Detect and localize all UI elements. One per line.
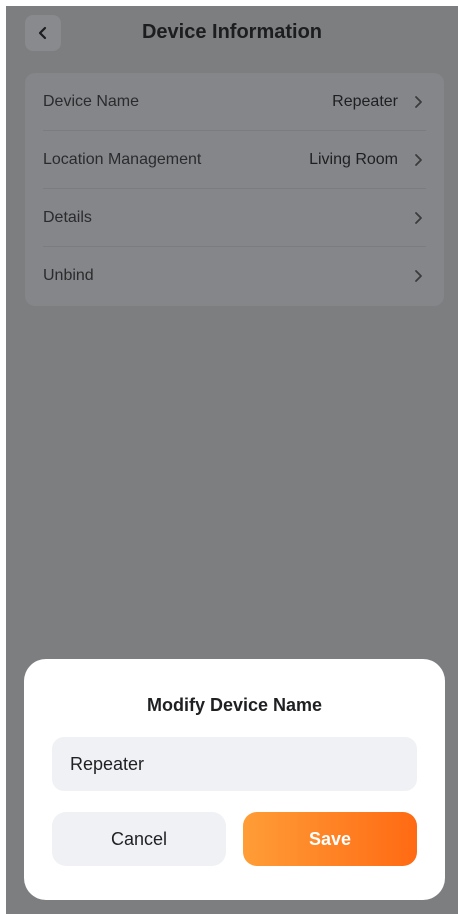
row-label: Device Name [43,93,140,110]
chevron-right-icon [413,269,423,288]
chevron-right-icon [413,211,423,230]
cancel-button[interactable]: Cancel [52,812,226,866]
save-button[interactable]: Save [243,812,417,866]
row-label: Unbind [43,267,94,284]
page-title: Device Information [141,21,323,43]
chevron-right-icon [413,153,423,172]
row-label: Details [43,209,92,226]
unbind-row[interactable]: Unbind [25,247,444,305]
location-management-row[interactable]: Location Management Living Room [25,131,444,189]
settings-card: Device Name Repeater Location Management… [25,73,444,306]
dialog-title: Modify Device Name [146,695,323,715]
chevron-right-icon [413,95,423,114]
device-information-screen: Device Information Device Name Repeater … [6,6,458,914]
modify-name-dialog: Modify Device Name Cancel Save [24,659,445,900]
header: Device Information [6,6,458,62]
device-name-input[interactable] [52,737,417,791]
row-value: Living Room [309,151,398,168]
row-label: Location Management [43,151,202,168]
details-row[interactable]: Details [25,189,444,247]
device-name-row[interactable]: Device Name Repeater [25,73,444,131]
row-value: Repeater [332,93,398,110]
